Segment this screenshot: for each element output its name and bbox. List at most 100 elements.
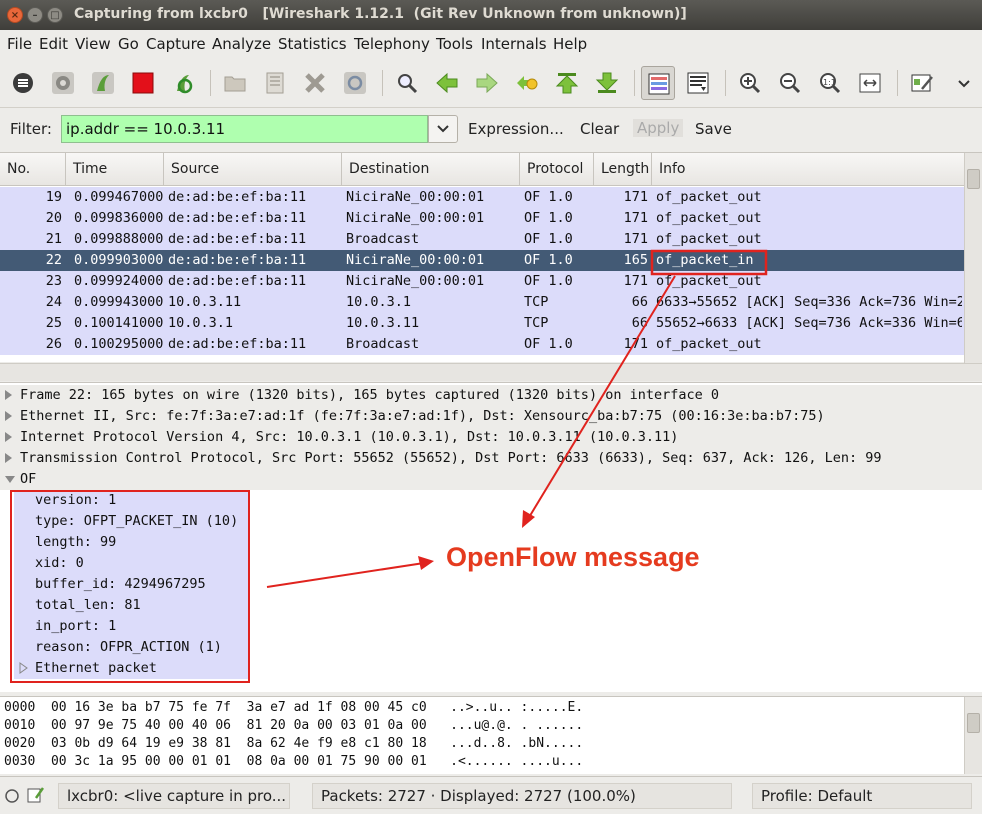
find-icon[interactable] (390, 66, 424, 100)
start-capture-icon[interactable] (86, 66, 120, 100)
preferences-icon[interactable] (905, 66, 939, 100)
capture-comment-icon[interactable] (26, 786, 44, 804)
packet-length: 171 (623, 273, 648, 289)
column-header-destination[interactable]: Destination (342, 153, 520, 186)
expand-icon[interactable] (5, 453, 12, 463)
options-icon[interactable] (46, 66, 80, 100)
tree-item-ethernet[interactable]: Ethernet II, Src: fe:7f:3a:e7:ad:1f (fe:… (0, 406, 982, 427)
filter-input[interactable]: ip.addr == 10.0.3.11 (61, 115, 428, 143)
packet-list: No. Time Source Destination Protocol Len… (0, 152, 982, 381)
packet-no: 21 (45, 231, 62, 247)
packet-row[interactable]: 26 0.100295000 de:ad:be:ef:ba:11 Broadcast O… (0, 334, 964, 355)
packet-list-vertical-scrollbar[interactable] (964, 153, 982, 363)
apply-button[interactable]: Apply (633, 119, 684, 137)
colorize-icon[interactable] (641, 66, 675, 100)
column-header-time[interactable]: Time (66, 153, 164, 186)
packet-row[interactable]: 22 0.099903000 de:ad:be:ef:ba:11 NiciraNe_0… (0, 250, 964, 271)
menu-go[interactable]: Go (118, 35, 139, 53)
packet-source: 10.0.3.11 (168, 294, 242, 310)
menu-internals[interactable]: Internals (481, 35, 547, 53)
packet-destination: NiciraNe_00:00:01 (346, 252, 485, 268)
back-icon[interactable] (430, 66, 464, 100)
scrollbar-thumb[interactable] (967, 713, 980, 733)
expert-info-icon[interactable] (4, 788, 20, 804)
tree-item-openflow[interactable]: OF (0, 469, 982, 490)
column-header-info[interactable]: Info (652, 153, 964, 186)
packet-length: 171 (623, 210, 648, 226)
reload-icon[interactable] (338, 66, 372, 100)
menu-file[interactable]: File (7, 35, 32, 53)
column-header-protocol[interactable]: Protocol (520, 153, 594, 186)
packet-row[interactable]: 20 0.099836000 de:ad:be:ef:ba:11 NiciraNe_0… (0, 208, 964, 229)
hex-row[interactable]: 0020 03 0b d9 64 19 e9 38 81 8a 62 4e f9… (4, 736, 583, 751)
forward-icon[interactable] (470, 66, 504, 100)
packet-row[interactable]: 24 0.099943000 10.0.3.11 10.0.3.1 TCP 66 6633→… (0, 292, 964, 313)
packet-row[interactable]: 23 0.099924000 de:ad:be:ef:ba:11 NiciraNe_0… (0, 271, 964, 292)
scrollbar-thumb[interactable] (967, 169, 980, 189)
resize-columns-icon[interactable] (853, 66, 887, 100)
column-header-no[interactable]: No. (0, 153, 66, 186)
filter-dropdown-button[interactable] (428, 115, 458, 143)
packet-source: de:ad:be:ef:ba:11 (168, 189, 307, 205)
more-icon[interactable] (947, 66, 981, 100)
packet-time: 0.100141000 (74, 315, 164, 331)
menu-help[interactable]: Help (553, 35, 587, 53)
tree-item-ipv4[interactable]: Internet Protocol Version 4, Src: 10.0.3… (0, 427, 982, 448)
menu-capture[interactable]: Capture (146, 35, 206, 53)
menu-telephony[interactable]: Telephony (354, 35, 430, 53)
interfaces-icon[interactable] (6, 66, 40, 100)
first-packet-icon[interactable] (550, 66, 584, 100)
column-header-source[interactable]: Source (164, 153, 342, 186)
packet-bytes-pane: 0000 00 16 3e ba b7 75 fe 7f 3a e7 ad 1f… (0, 696, 982, 774)
normal-size-icon[interactable]: 1:1 (813, 66, 847, 100)
status-profile[interactable]: Profile: Default (752, 783, 972, 809)
expand-icon[interactable] (5, 411, 12, 421)
hex-row[interactable]: 0000 00 16 3e ba b7 75 fe 7f 3a e7 ad 1f… (4, 700, 583, 715)
restart-capture-icon[interactable] (166, 66, 200, 100)
status-packets: Packets: 2727 · Displayed: 2727 (100.0%) (312, 783, 732, 809)
last-packet-icon[interactable] (590, 66, 624, 100)
collapse-icon[interactable] (5, 476, 15, 483)
filter-label: Filter: (10, 120, 52, 138)
save-file-icon[interactable] (258, 66, 292, 100)
expression-button[interactable]: Expression... (468, 120, 564, 138)
menu-statistics[interactable]: Statistics (278, 35, 347, 53)
packet-row[interactable]: 19 0.099467000 de:ad:be:ef:ba:11 NiciraNe_0… (0, 187, 964, 208)
expand-icon[interactable] (5, 432, 12, 442)
packet-no: 22 (45, 252, 62, 268)
packet-info: of_packet_out (656, 231, 762, 247)
hex-row[interactable]: 0010 00 97 9e 75 40 00 40 06 81 20 0a 00… (4, 718, 583, 733)
packet-length: 66 (631, 315, 648, 331)
open-file-icon[interactable] (218, 66, 252, 100)
packet-source: de:ad:be:ef:ba:11 (168, 231, 307, 247)
menu-view[interactable]: View (75, 35, 111, 53)
window-title: Capturing from lxcbr0 [Wireshark 1.12.1 … (74, 6, 687, 22)
maximize-window-button[interactable]: □ (47, 7, 63, 23)
save-filter-button[interactable]: Save (695, 120, 732, 138)
packet-list-horizontal-scrollbar[interactable] (0, 363, 982, 381)
packet-info: 55652→6633 [ACK] Seq=736 Ack=336 Win=60 (656, 315, 962, 331)
zoom-out-icon[interactable] (773, 66, 807, 100)
menu-edit[interactable]: Edit (39, 35, 68, 53)
close-file-icon[interactable] (298, 66, 332, 100)
packet-row[interactable]: 25 0.100141000 10.0.3.1 10.0.3.11 TCP 66 55652… (0, 313, 964, 334)
minimize-window-button[interactable]: – (27, 7, 43, 23)
hex-row[interactable]: 0030 00 3c 1a 95 00 00 01 01 08 0a 00 01… (4, 754, 583, 769)
menu-analyze[interactable]: Analyze (212, 35, 271, 53)
packet-row[interactable]: 21 0.099888000 de:ad:be:ef:ba:11 Broadcast O… (0, 229, 964, 250)
autoscroll-icon[interactable] (681, 66, 715, 100)
go-to-packet-icon[interactable] (510, 66, 544, 100)
expand-icon[interactable] (5, 390, 12, 400)
packet-destination: Broadcast (346, 231, 420, 247)
stop-capture-icon[interactable] (126, 66, 160, 100)
column-header-length[interactable]: Length (594, 153, 652, 186)
packet-length: 171 (623, 336, 648, 352)
tree-item-tcp[interactable]: Transmission Control Protocol, Src Port:… (0, 448, 982, 469)
menu-tools[interactable]: Tools (436, 35, 473, 53)
packet-no: 19 (45, 189, 62, 205)
packet-bytes-vertical-scrollbar[interactable] (964, 697, 982, 774)
zoom-in-icon[interactable] (733, 66, 767, 100)
close-window-button[interactable]: × (7, 7, 23, 23)
clear-button[interactable]: Clear (580, 120, 619, 138)
tree-item-frame[interactable]: Frame 22: 165 bytes on wire (1320 bits),… (0, 385, 982, 406)
